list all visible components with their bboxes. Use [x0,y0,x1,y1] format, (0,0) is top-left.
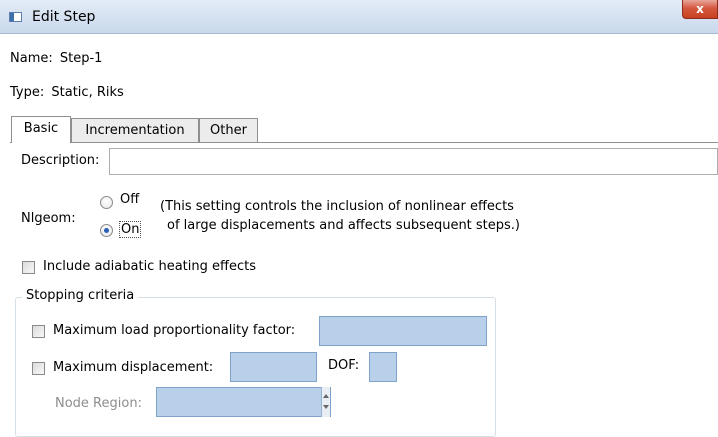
close-button[interactable]: x [682,0,718,19]
description-input[interactable] [109,148,718,175]
nlgeom-note-line2: of large displacements and affects subse… [167,218,521,233]
type-value: Static, Riks [51,85,124,100]
adiabatic-label[interactable]: Include adiabatic heating effects [43,259,256,274]
name-value: Step-1 [59,51,103,66]
window-title: Edit Step [32,9,96,25]
max-lpf-input[interactable] [319,316,487,346]
max-displacement-input[interactable] [230,352,317,382]
radio-selected-dot [104,228,109,233]
dof-input[interactable] [369,352,397,382]
nlgeom-on-label[interactable]: On [119,221,142,238]
max-lpf-checkbox[interactable] [32,325,45,338]
max-displacement-label[interactable]: Maximum displacement: [53,360,213,375]
nlgeom-off-radio[interactable] [100,196,113,209]
description-label: Description: [21,153,100,168]
name-label: Name: [10,51,53,66]
stopping-criteria-title: Stopping criteria [22,288,139,303]
title-bar [0,0,718,34]
nlgeom-on-radio[interactable] [100,224,113,237]
app-icon [9,12,22,22]
nlgeom-off-label[interactable]: Off [120,192,139,207]
tab-incrementation[interactable]: Incrementation [71,118,199,143]
nlgeom-note-line1: (This setting controls the inclusion of … [160,199,514,214]
name-row: Name: Step-1 [10,51,102,66]
spin-up-icon [323,394,329,398]
dof-label: DOF: [328,358,360,373]
node-region-label: Node Region: [55,396,142,411]
max-displacement-checkbox[interactable] [32,362,45,375]
node-region-spinner[interactable] [321,387,330,417]
tab-basic[interactable]: Basic [11,116,71,143]
adiabatic-checkbox[interactable] [22,261,35,274]
type-label: Type: [10,85,45,100]
node-region-field[interactable] [156,387,331,417]
nlgeom-label: Nlgeom: [21,211,76,226]
type-row: Type: Static, Riks [10,85,124,100]
tab-other[interactable]: Other [199,118,258,143]
spin-down-icon [323,405,329,409]
max-lpf-label[interactable]: Maximum load proportionality factor: [53,323,295,338]
